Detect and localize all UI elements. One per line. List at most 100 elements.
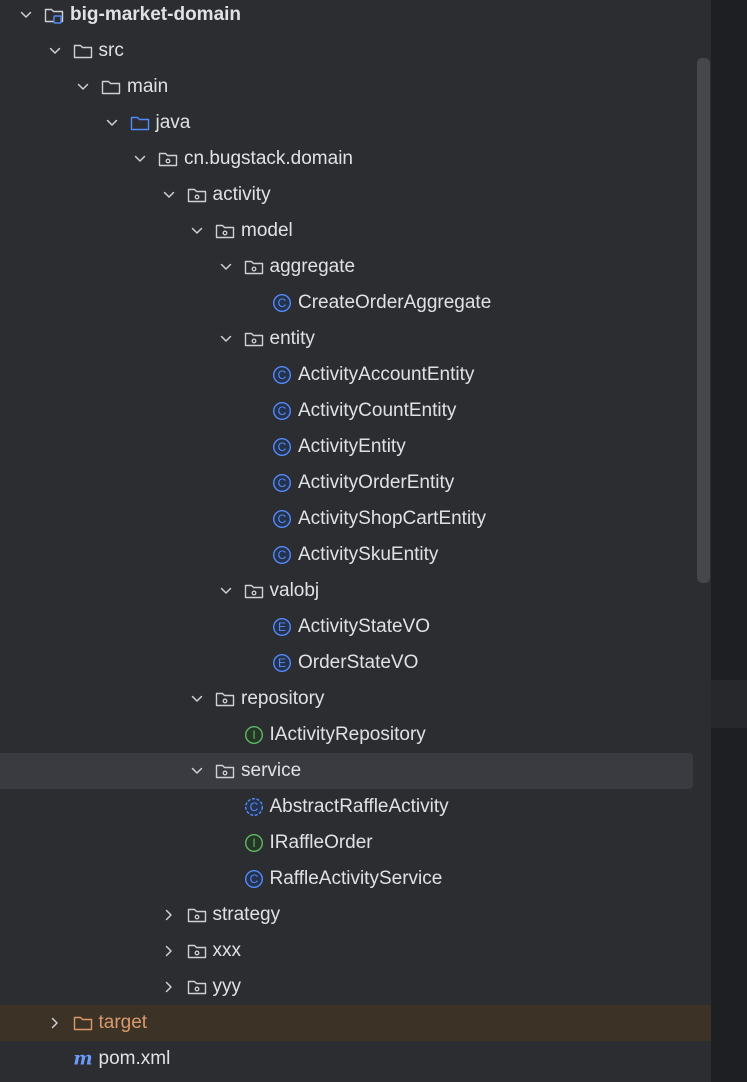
editor-edge-panel: [711, 0, 747, 1082]
chevron-down-icon[interactable]: [216, 257, 236, 277]
tree-row-target[interactable]: target: [0, 1005, 711, 1041]
tree-row-iactivityrepository[interactable]: I IActivityRepository: [0, 717, 711, 753]
tree-row-label: service: [241, 760, 302, 781]
tree-row-yyy[interactable]: yyy: [0, 969, 711, 1005]
tree-row-activitystatevo[interactable]: E ActivityStateVO: [0, 609, 711, 645]
package-icon: [187, 977, 207, 997]
tree-row-activity[interactable]: activity: [0, 177, 711, 213]
tree-row-label: aggregate: [269, 256, 356, 277]
arrow-spacer: [216, 833, 236, 853]
svg-text:E: E: [278, 620, 286, 634]
tree-row-activityentity[interactable]: C ActivityEntity: [0, 429, 711, 465]
arrow-spacer: [244, 653, 264, 673]
chevron-down-icon[interactable]: [187, 689, 207, 709]
arrow-spacer: [244, 545, 264, 565]
tree-row-label: cn.bugstack.domain: [184, 148, 353, 169]
class-icon: C: [272, 545, 292, 565]
maven-icon: m: [73, 1049, 93, 1069]
tree-row-repository[interactable]: repository: [0, 681, 711, 717]
tree-row-xxx[interactable]: xxx: [0, 933, 711, 969]
chevron-down-icon[interactable]: [187, 221, 207, 241]
package-icon: [215, 689, 235, 709]
tree-row-src[interactable]: src: [0, 33, 711, 69]
tree-row-label: strategy: [212, 904, 281, 925]
tree-row-entity[interactable]: entity: [0, 321, 711, 357]
arrow-spacer: [244, 293, 264, 313]
source-root-folder-icon: [130, 113, 150, 133]
tree-row-label: OrderStateVO: [298, 652, 419, 673]
tree-row-activityskuentity[interactable]: C ActivitySkuEntity: [0, 537, 711, 573]
excluded-folder-icon: [73, 1013, 93, 1033]
tree-row-label: RaffleActivityService: [269, 868, 443, 889]
tree-row-label: ActivityStateVO: [298, 616, 430, 637]
tree-row-label: ActivityShopCartEntity: [298, 508, 486, 529]
class-icon: C: [272, 509, 292, 529]
arrow-spacer: [244, 401, 264, 421]
svg-text:C: C: [249, 872, 258, 886]
arrow-spacer: [45, 1049, 65, 1069]
tree-row-label: repository: [241, 688, 325, 709]
chevron-right-icon[interactable]: [45, 1013, 65, 1033]
tree-row-cn-bugstack-domain[interactable]: cn.bugstack.domain: [0, 141, 711, 177]
arrow-spacer: [216, 725, 236, 745]
svg-text:C: C: [278, 440, 287, 454]
tree-row-java[interactable]: java: [0, 105, 711, 141]
arrow-spacer: [244, 365, 264, 385]
abstract-class-icon: C: [244, 797, 264, 817]
chevron-right-icon[interactable]: [159, 941, 179, 961]
chevron-down-icon[interactable]: [73, 77, 93, 97]
vertical-scrollbar[interactable]: [697, 58, 710, 583]
chevron-down-icon[interactable]: [16, 5, 36, 25]
chevron-down-icon[interactable]: [45, 41, 65, 61]
arrow-spacer: [244, 473, 264, 493]
project-tree: big-market-domain src main java cn.bugstack.…: [0, 0, 711, 1082]
tree-row-main[interactable]: main: [0, 69, 711, 105]
package-icon: [244, 257, 264, 277]
tree-row-aggregate[interactable]: aggregate: [0, 249, 711, 285]
tree-row-abstractraffleactivity[interactable]: C AbstractRaffleActivity: [0, 789, 711, 825]
tree-row-raffleactivityservice[interactable]: C RaffleActivityService: [0, 861, 711, 897]
enum-icon: E: [272, 653, 292, 673]
tree-row-strategy[interactable]: strategy: [0, 897, 711, 933]
class-icon: C: [272, 437, 292, 457]
tree-row-model[interactable]: model: [0, 213, 711, 249]
tree-row-service[interactable]: service: [0, 753, 693, 789]
package-icon: [244, 581, 264, 601]
chevron-right-icon[interactable]: [159, 905, 179, 925]
tree-row-iraffleorder[interactable]: I IRaffleOrder: [0, 825, 711, 861]
package-icon: [187, 905, 207, 925]
tree-row-activityshopcartentity[interactable]: C ActivityShopCartEntity: [0, 501, 711, 537]
tree-row-activityaccountentity[interactable]: C ActivityAccountEntity: [0, 357, 711, 393]
interface-icon: I: [244, 725, 264, 745]
tree-row-label: model: [241, 220, 293, 241]
tree-row-createorderaggregate[interactable]: C CreateOrderAggregate: [0, 285, 711, 321]
tree-row-big-market-domain[interactable]: big-market-domain: [0, 0, 711, 33]
tree-row-label: big-market-domain: [70, 4, 242, 25]
svg-text:C: C: [278, 476, 287, 490]
svg-text:C: C: [249, 800, 258, 814]
chevron-down-icon[interactable]: [187, 761, 207, 781]
package-icon: [215, 221, 235, 241]
svg-text:m: m: [73, 1049, 92, 1069]
chevron-down-icon[interactable]: [159, 185, 179, 205]
module-folder-icon: [44, 5, 64, 25]
tree-row-label: AbstractRaffleActivity: [269, 796, 449, 817]
tree-row-activitycountentity[interactable]: C ActivityCountEntity: [0, 393, 711, 429]
arrow-spacer: [244, 617, 264, 637]
chevron-down-icon[interactable]: [216, 329, 236, 349]
tree-row-orderstatevo[interactable]: E OrderStateVO: [0, 645, 711, 681]
tree-row-label: src: [98, 40, 124, 61]
folder-icon: [101, 77, 121, 97]
chevron-down-icon[interactable]: [102, 113, 122, 133]
tree-row-pom-xml[interactable]: m pom.xml: [0, 1041, 711, 1077]
arrow-spacer: [244, 437, 264, 457]
chevron-right-icon[interactable]: [159, 977, 179, 997]
tree-row-label: main: [127, 76, 169, 97]
tree-row-activityorderentity[interactable]: C ActivityOrderEntity: [0, 465, 711, 501]
tree-row-label: yyy: [212, 976, 242, 997]
chevron-down-icon[interactable]: [130, 149, 150, 169]
chevron-down-icon[interactable]: [216, 581, 236, 601]
tree-row-label: target: [98, 1012, 148, 1033]
tree-row-valobj[interactable]: valobj: [0, 573, 711, 609]
svg-text:I: I: [252, 728, 255, 742]
